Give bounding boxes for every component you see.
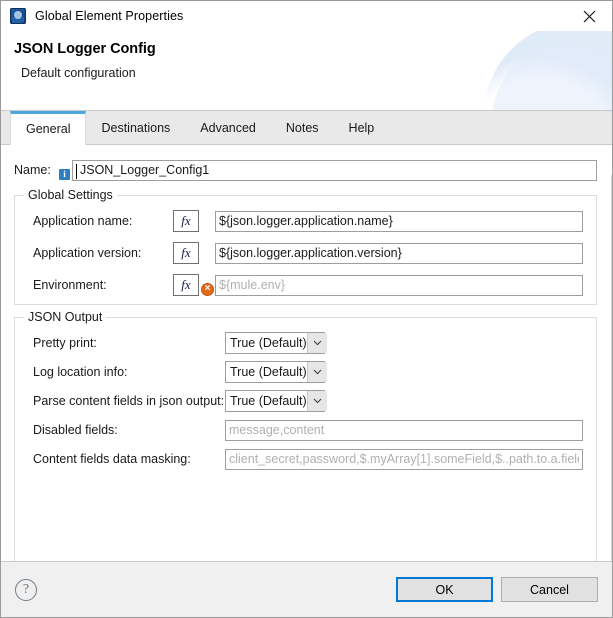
chevron-down-icon — [306, 333, 327, 353]
ok-button-label: OK — [435, 582, 454, 597]
json-output-title: JSON Output — [24, 310, 107, 324]
parse-content-fields-row: Parse content fields in json output: Tru… — [15, 390, 596, 412]
cancel-button-label: Cancel — [530, 582, 569, 597]
environment-label: Environment: — [33, 278, 107, 292]
tab-destinations[interactable]: Destinations — [86, 111, 185, 144]
global-settings-group: Global Settings Application name: fx App… — [14, 188, 597, 305]
name-input-value: JSON_Logger_Config1 — [80, 162, 210, 177]
pretty-print-value: True (Default) — [230, 336, 307, 350]
tab-advanced[interactable]: Advanced — [185, 111, 271, 144]
log-location-info-row: Log location info: True (Default) — [15, 361, 596, 383]
global-settings-title: Global Settings — [24, 188, 117, 202]
environment-input[interactable] — [215, 274, 583, 296]
application-version-fx-button[interactable]: fx — [173, 242, 199, 264]
application-name-input[interactable] — [215, 210, 583, 232]
content-fields-data-masking-input[interactable] — [225, 448, 583, 470]
application-name-fx-button[interactable]: fx — [173, 210, 199, 232]
page-title: JSON Logger Config — [14, 41, 156, 57]
tab-advanced-label: Advanced — [200, 120, 256, 135]
application-version-label: Application version: — [33, 246, 142, 260]
pretty-print-row: Pretty print: True (Default) — [15, 332, 596, 354]
application-version-row: Application version: fx — [15, 242, 596, 264]
fx-icon: fx — [181, 245, 191, 260]
pretty-print-label: Pretty print: — [33, 336, 97, 350]
log-location-info-value: True (Default) — [230, 365, 307, 379]
question-mark-icon[interactable]: ? — [15, 578, 37, 601]
application-name-row: Application name: fx — [15, 210, 596, 232]
footer-buttons: OK Cancel — [396, 577, 598, 602]
tab-notes-label: Notes — [285, 120, 319, 135]
parse-content-fields-select[interactable]: True (Default) — [225, 390, 327, 412]
ok-button[interactable]: OK — [396, 577, 493, 602]
global-element-properties-dialog: Global Element Properties JSON Logger Co… — [0, 0, 613, 618]
chevron-down-icon — [306, 362, 327, 382]
log-location-info-select[interactable]: True (Default) — [225, 361, 327, 383]
environment-fx-button[interactable]: fx — [173, 274, 199, 296]
tab-help-label: Help — [348, 120, 375, 135]
name-label: Name: — [14, 163, 51, 177]
disabled-fields-row: Disabled fields: — [15, 419, 596, 441]
pretty-print-select[interactable]: True (Default) — [225, 332, 327, 354]
environment-row: Environment: fx — [15, 274, 596, 296]
cancel-button[interactable]: Cancel — [501, 577, 598, 602]
tab-notes[interactable]: Notes — [271, 111, 334, 144]
dialog-header: JSON Logger Config Default configuration — [1, 31, 612, 111]
panel-right-edge — [611, 175, 612, 561]
tab-help[interactable]: Help — [334, 111, 390, 144]
tab-bar: General Destinations Advanced Notes Help — [1, 111, 612, 145]
window-title: Global Element Properties — [35, 9, 184, 23]
dialog-footer: ? OK Cancel — [1, 561, 612, 617]
application-name-label: Application name: — [33, 214, 133, 228]
info-icon — [59, 168, 70, 180]
log-location-info-label: Log location info: — [33, 365, 128, 379]
chevron-down-icon — [306, 391, 327, 411]
tab-general[interactable]: General — [10, 111, 87, 145]
content-fields-data-masking-row: Content fields data masking: — [15, 448, 596, 470]
disabled-fields-label: Disabled fields: — [33, 423, 118, 437]
error-icon — [202, 282, 213, 295]
content-fields-data-masking-label: Content fields data masking: — [33, 452, 191, 466]
name-row: Name: JSON_Logger_Config1 — [14, 159, 597, 181]
parse-content-fields-label: Parse content fields in json output: — [33, 394, 225, 408]
close-icon[interactable] — [567, 1, 612, 31]
title-bar: Global Element Properties — [1, 1, 612, 31]
fx-icon: fx — [181, 277, 191, 292]
page-subtitle: Default configuration — [21, 66, 136, 80]
json-output-group: JSON Output Pretty print: True (Default)… — [14, 310, 597, 564]
tab-general-label: General — [26, 122, 71, 136]
disabled-fields-input[interactable] — [225, 419, 583, 441]
app-icon — [10, 8, 26, 24]
tab-destinations-label: Destinations — [101, 120, 171, 135]
general-tab-panel: Name: JSON_Logger_Config1 Global Setting… — [1, 145, 612, 564]
fx-icon: fx — [181, 213, 191, 228]
application-version-input[interactable] — [215, 242, 583, 264]
name-input[interactable]: JSON_Logger_Config1 — [72, 159, 597, 181]
parse-content-fields-value: True (Default) — [230, 394, 307, 408]
